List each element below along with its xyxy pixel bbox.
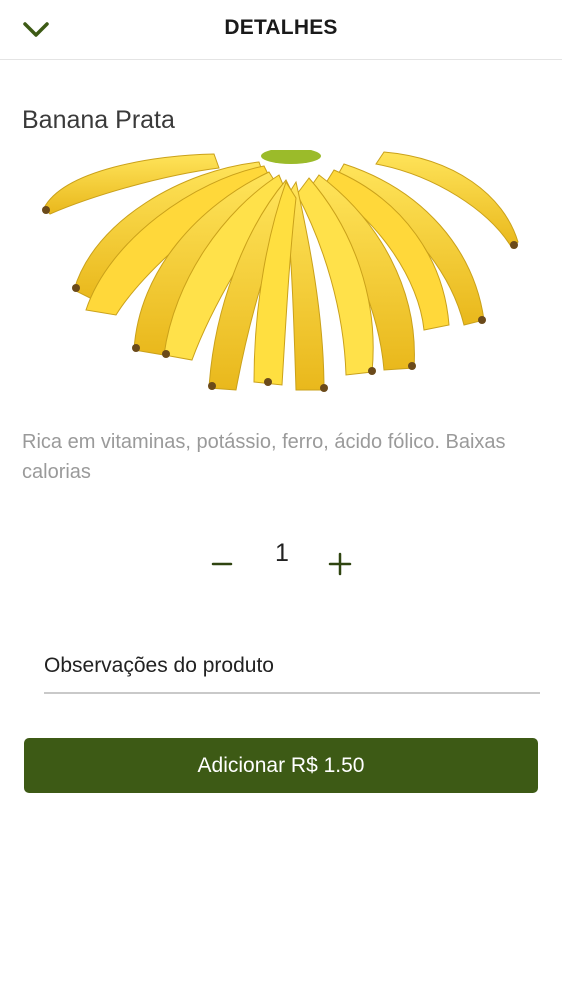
page-title: DETALHES (224, 16, 338, 39)
decrease-quantity-button[interactable] (206, 547, 238, 579)
product-image (24, 148, 538, 400)
product-notes-input[interactable] (44, 640, 540, 694)
add-to-cart-button[interactable]: Adicionar R$ 1.50 (24, 738, 538, 793)
increase-quantity-button[interactable] (324, 547, 356, 579)
banana-bunch-image (42, 148, 519, 392)
product-name: Banana Prata (22, 106, 175, 134)
add-to-cart-label: Adicionar R$ 1.50 (197, 753, 365, 777)
quantity-value: 1 (275, 539, 289, 567)
product-description: Rica em vitaminas, potássio, ferro, ácid… (22, 431, 506, 483)
plus-icon (328, 552, 352, 576)
top-bar: DETALHES (0, 0, 562, 60)
quantity-stepper: 1 (0, 533, 562, 593)
minus-icon (211, 562, 233, 566)
